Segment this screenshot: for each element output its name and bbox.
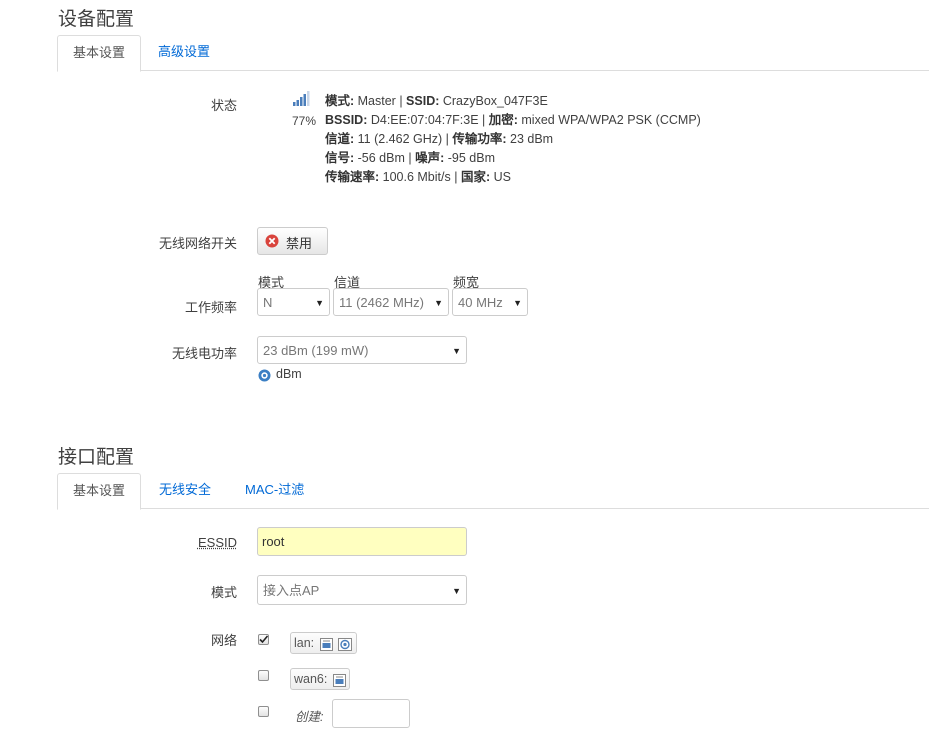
network-lan-name: lan:: [294, 636, 315, 650]
tab-wireless-security[interactable]: 无线安全: [144, 473, 226, 507]
dropdown-arrow-icon: ▼: [315, 298, 324, 308]
tx-power-select[interactable]: 23 dBm (199 mW) ▼: [257, 336, 467, 364]
signal-percent: 77%: [292, 114, 317, 128]
ethernet-port-icon: [332, 673, 346, 688]
interface-config-title: 接口配置: [58, 447, 135, 468]
tab-basic-settings[interactable]: 基本设置: [57, 35, 142, 72]
network-label: 网络: [210, 633, 237, 648]
work-freq-label: 工作频率: [184, 300, 237, 315]
status-label: 状态: [210, 98, 237, 113]
tab-interface-basic[interactable]: 基本设置: [57, 473, 142, 510]
mode-select[interactable]: N ▼: [257, 288, 330, 316]
network-wan6-checkbox[interactable]: [258, 670, 269, 681]
network-create-input[interactable]: [332, 699, 410, 728]
status-line-rate: 传输速率: 100.6 Mbit/s | 国家: US: [325, 170, 511, 184]
network-lan-checkbox[interactable]: [258, 634, 269, 645]
dropdown-arrow-icon: ▼: [452, 346, 461, 356]
ethernet-port-icon: [319, 637, 333, 652]
device-config-tabbar: 基本设置 高级设置: [57, 35, 929, 72]
essid-label: ESSID: [197, 535, 237, 550]
tab-advanced-settings[interactable]: 高级设置: [143, 35, 225, 69]
essid-input[interactable]: root: [257, 527, 467, 556]
wireless-switch-label: 无线网络开关: [158, 236, 237, 251]
wifi-interface-icon: [338, 637, 353, 652]
disable-button-label: 禁用: [286, 236, 313, 251]
channel-select[interactable]: 11 (2462 MHz) ▼: [333, 288, 449, 316]
dropdown-arrow-icon: ▼: [513, 298, 522, 308]
dropdown-arrow-icon: ▼: [452, 586, 461, 596]
interface-mode-label: 模式: [210, 585, 237, 600]
width-select[interactable]: 40 MHz ▼: [452, 288, 528, 316]
status-line-mode: 模式: Master | SSID: CrazyBox_047F3E: [325, 94, 548, 108]
network-wan6-badge[interactable]: wan6:: [290, 668, 350, 690]
device-config-title: 设备配置: [58, 9, 135, 30]
status-line-signal: 信号: -56 dBm | 噪声: -95 dBm: [325, 151, 495, 165]
network-create-checkbox[interactable]: [258, 706, 269, 717]
disable-icon: [265, 234, 279, 251]
network-create-label: 创建:: [295, 710, 324, 724]
signal-strength-icon: [293, 91, 311, 106]
help-icon: [258, 369, 271, 385]
tab-mac-filter[interactable]: MAC-过滤: [230, 473, 319, 507]
dropdown-arrow-icon: ▼: [434, 298, 443, 308]
status-details: 模式: Master | SSID: CrazyBox_047F3E BSSID…: [325, 92, 701, 187]
interface-config-tabbar: 基本设置 无线安全 MAC-过滤: [57, 473, 929, 510]
tx-power-label: 无线电功率: [171, 346, 237, 361]
network-lan-badge[interactable]: lan:: [290, 632, 357, 654]
status-line-bssid: BSSID: D4:EE:07:04:7F:3E | 加密: mixed WPA…: [325, 113, 701, 127]
network-wan6-name: wan6:: [294, 672, 328, 686]
disable-wireless-button[interactable]: 禁用: [257, 227, 328, 255]
interface-mode-select[interactable]: 接入点AP ▼: [257, 575, 467, 605]
tx-power-hint: dBm: [276, 367, 302, 381]
status-line-channel: 信道: 11 (2.462 GHz) | 传输功率: 23 dBm: [325, 132, 554, 146]
